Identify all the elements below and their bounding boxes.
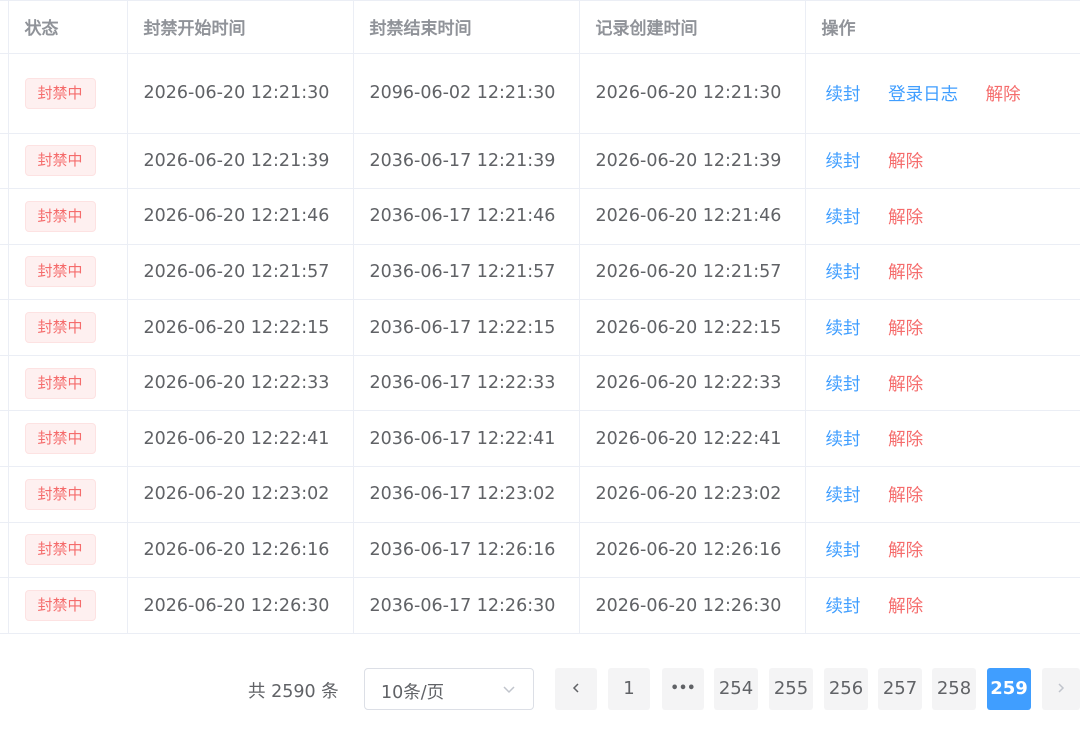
status-badge: 封禁中 bbox=[24, 256, 96, 288]
ban-start-cell: 2026-06-20 12:26:30 bbox=[127, 577, 354, 634]
table-row: 封禁中 2026-06-20 12:21:57 2036-06-17 12:21… bbox=[0, 244, 1080, 301]
page-button[interactable]: 254 bbox=[714, 668, 758, 710]
renew-button[interactable]: 续封 bbox=[826, 537, 861, 562]
renew-button[interactable]: 续封 bbox=[826, 81, 861, 106]
created-cell: 2026-06-20 12:21:39 bbox=[579, 133, 806, 190]
ban-end-cell: 2036-06-17 12:21:57 bbox=[353, 244, 580, 301]
renew-button[interactable]: 续封 bbox=[826, 315, 861, 340]
unban-button[interactable]: 解除 bbox=[888, 204, 923, 229]
chevron-right-icon bbox=[1055, 678, 1067, 699]
page-button[interactable]: 258 bbox=[932, 668, 976, 710]
status-badge: 封禁中 bbox=[24, 423, 96, 455]
renew-button[interactable]: 续封 bbox=[826, 204, 861, 229]
table-row: 封禁中 2026-06-20 12:22:15 2036-06-17 12:22… bbox=[0, 299, 1080, 356]
created-cell: 2026-06-20 12:23:02 bbox=[579, 466, 806, 523]
header-cut-column bbox=[0, 1, 9, 54]
status-badge: 封禁中 bbox=[24, 145, 96, 177]
table-body: 封禁中 2026-06-20 12:21:30 2096-06-02 12:21… bbox=[0, 53, 1080, 634]
ban-start-cell: 2026-06-20 12:21:30 bbox=[127, 53, 354, 134]
unban-button[interactable]: 解除 bbox=[888, 315, 923, 340]
ban-end-cell: 2036-06-17 12:22:41 bbox=[353, 410, 580, 468]
pagination: 共 2590 条 10条/页 1 ••• 254 255 256 257 258… bbox=[0, 668, 1080, 710]
table-row: 封禁中 2026-06-20 12:21:30 2096-06-02 12:21… bbox=[0, 53, 1080, 134]
ban-end-cell: 2036-06-17 12:21:46 bbox=[353, 188, 580, 245]
renew-button[interactable]: 续封 bbox=[826, 426, 861, 451]
created-cell: 2026-06-20 12:22:15 bbox=[579, 299, 806, 356]
status-badge: 封禁中 bbox=[24, 312, 96, 344]
status-badge: 封禁中 bbox=[24, 367, 96, 399]
ban-end-cell: 2096-06-02 12:21:30 bbox=[353, 53, 580, 134]
table: 状态 封禁开始时间 封禁结束时间 记录创建时间 操作 封禁中 2026-06-2… bbox=[0, 1, 1080, 634]
ban-records-table: 状态 封禁开始时间 封禁结束时间 记录创建时间 操作 封禁中 2026-06-2… bbox=[0, 0, 1080, 646]
page-button[interactable]: 256 bbox=[824, 668, 868, 710]
ban-start-cell: 2026-06-20 12:21:46 bbox=[127, 188, 354, 245]
ban-start-cell: 2026-06-20 12:22:33 bbox=[127, 355, 354, 412]
ban-end-cell: 2036-06-17 12:26:30 bbox=[353, 577, 580, 634]
table-row: 封禁中 2026-06-20 12:22:41 2036-06-17 12:22… bbox=[0, 410, 1080, 468]
header-ops: 操作 bbox=[805, 1, 1080, 54]
ban-end-cell: 2036-06-17 12:22:33 bbox=[353, 355, 580, 412]
unban-button[interactable]: 解除 bbox=[888, 593, 923, 618]
table-row: 封禁中 2026-06-20 12:21:39 2036-06-17 12:21… bbox=[0, 133, 1080, 190]
ban-start-cell: 2026-06-20 12:23:02 bbox=[127, 466, 354, 523]
header-ban-start: 封禁开始时间 bbox=[127, 1, 354, 54]
prev-page-button[interactable] bbox=[555, 668, 597, 710]
table-row: 封禁中 2026-06-20 12:21:46 2036-06-17 12:21… bbox=[0, 188, 1080, 245]
ban-start-cell: 2026-06-20 12:22:15 bbox=[127, 299, 354, 356]
created-cell: 2026-06-20 12:22:41 bbox=[579, 410, 806, 468]
created-cell: 2026-06-20 12:21:46 bbox=[579, 188, 806, 245]
renew-button[interactable]: 续封 bbox=[826, 148, 861, 173]
current-page-button[interactable]: 259 bbox=[987, 668, 1031, 710]
page-ellipsis[interactable]: ••• bbox=[662, 668, 704, 710]
created-cell: 2026-06-20 12:21:57 bbox=[579, 244, 806, 301]
unban-button[interactable]: 解除 bbox=[888, 537, 923, 562]
table-header-row: 状态 封禁开始时间 封禁结束时间 记录创建时间 操作 bbox=[0, 1, 1080, 54]
page-button-first[interactable]: 1 bbox=[608, 668, 650, 710]
page-size-value: 10条/页 bbox=[381, 683, 445, 703]
ban-end-cell: 2036-06-17 12:21:39 bbox=[353, 133, 580, 190]
renew-button[interactable]: 续封 bbox=[826, 482, 861, 507]
status-badge: 封禁中 bbox=[24, 77, 96, 109]
next-page-button[interactable] bbox=[1042, 668, 1080, 710]
created-cell: 2026-06-20 12:26:16 bbox=[579, 522, 806, 579]
renew-button[interactable]: 续封 bbox=[826, 593, 861, 618]
page-button[interactable]: 255 bbox=[769, 668, 813, 710]
created-cell: 2026-06-20 12:21:30 bbox=[579, 53, 806, 134]
unban-button[interactable]: 解除 bbox=[888, 259, 923, 284]
table-row: 封禁中 2026-06-20 12:23:02 2036-06-17 12:23… bbox=[0, 466, 1080, 523]
renew-button[interactable]: 续封 bbox=[826, 259, 861, 284]
ban-end-cell: 2036-06-17 12:26:16 bbox=[353, 522, 580, 579]
chevron-down-icon bbox=[501, 681, 517, 701]
ban-end-cell: 2036-06-17 12:23:02 bbox=[353, 466, 580, 523]
status-badge: 封禁中 bbox=[24, 534, 96, 566]
status-badge: 封禁中 bbox=[24, 590, 96, 622]
header-ban-end: 封禁结束时间 bbox=[353, 1, 580, 54]
unban-button[interactable]: 解除 bbox=[888, 426, 923, 451]
chevron-left-icon bbox=[570, 678, 582, 699]
ban-start-cell: 2026-06-20 12:21:39 bbox=[127, 133, 354, 190]
total-count: 共 2590 条 bbox=[248, 682, 339, 702]
ban-start-cell: 2026-06-20 12:22:41 bbox=[127, 410, 354, 468]
ban-end-cell: 2036-06-17 12:22:15 bbox=[353, 299, 580, 356]
created-cell: 2026-06-20 12:22:33 bbox=[579, 355, 806, 412]
page-button[interactable]: 257 bbox=[878, 668, 922, 710]
ban-start-cell: 2026-06-20 12:26:16 bbox=[127, 522, 354, 579]
unban-button[interactable]: 解除 bbox=[888, 371, 923, 396]
login-log-button[interactable]: 登录日志 bbox=[888, 81, 958, 106]
page-size-select[interactable]: 10条/页 bbox=[364, 668, 534, 710]
status-badge: 封禁中 bbox=[24, 478, 96, 510]
unban-button[interactable]: 解除 bbox=[986, 81, 1021, 106]
header-created: 记录创建时间 bbox=[579, 1, 806, 54]
unban-button[interactable]: 解除 bbox=[888, 148, 923, 173]
ban-start-cell: 2026-06-20 12:21:57 bbox=[127, 244, 354, 301]
header-status: 状态 bbox=[8, 1, 128, 54]
status-badge: 封禁中 bbox=[24, 200, 96, 232]
table-row: 封禁中 2026-06-20 12:22:33 2036-06-17 12:22… bbox=[0, 355, 1080, 412]
unban-button[interactable]: 解除 bbox=[888, 482, 923, 507]
table-row: 封禁中 2026-06-20 12:26:30 2036-06-17 12:26… bbox=[0, 577, 1080, 634]
created-cell: 2026-06-20 12:26:30 bbox=[579, 577, 806, 634]
renew-button[interactable]: 续封 bbox=[826, 371, 861, 396]
table-row: 封禁中 2026-06-20 12:26:16 2036-06-17 12:26… bbox=[0, 522, 1080, 579]
